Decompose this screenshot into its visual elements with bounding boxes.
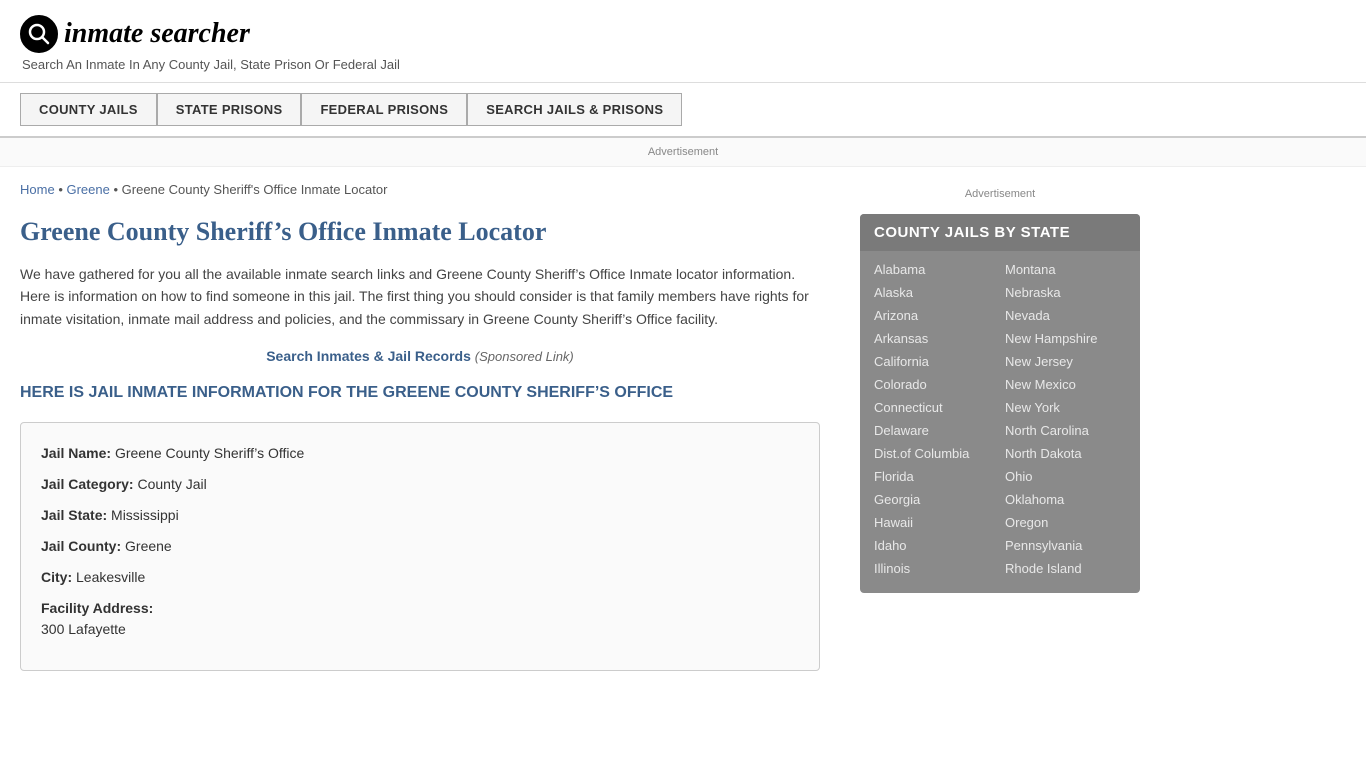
nav-state-prisons[interactable]: STATE PRISONS — [157, 93, 302, 126]
info-jail-state: Jail State: Mississippi — [41, 505, 799, 526]
sidebar-title: COUNTY JAILS BY STATE — [860, 214, 1140, 251]
state-link-connecticut[interactable]: Connecticut — [874, 397, 995, 418]
state-link-montana[interactable]: Montana — [1005, 259, 1126, 280]
logo-text: inmate searcher — [64, 18, 250, 50]
facility-address-value: 300 Lafayette — [41, 621, 126, 637]
state-link-nebraska[interactable]: Nebraska — [1005, 282, 1126, 303]
state-link-new-mexico[interactable]: New Mexico — [1005, 374, 1126, 395]
state-link-new-jersey[interactable]: New Jersey — [1005, 351, 1126, 372]
info-city: City: Leakesville — [41, 567, 799, 588]
sidebar: Advertisement COUNTY JAILS BY STATE Alab… — [840, 167, 1140, 706]
state-link-arkansas[interactable]: Arkansas — [874, 328, 995, 349]
state-link-north-dakota[interactable]: North Dakota — [1005, 443, 1126, 464]
logo-icon — [20, 15, 58, 53]
state-link-colorado[interactable]: Colorado — [874, 374, 995, 395]
state-link-new-york[interactable]: New York — [1005, 397, 1126, 418]
header: inmate searcher Search An Inmate In Any … — [0, 0, 1366, 83]
state-link-distof-columbia[interactable]: Dist.of Columbia — [874, 443, 995, 464]
jail-category-label: Jail Category: — [41, 476, 134, 492]
ad-banner-top: Advertisement — [0, 138, 1366, 167]
state-link-new-hampshire[interactable]: New Hampshire — [1005, 328, 1126, 349]
nav-county-jails[interactable]: COUNTY JAILS — [20, 93, 157, 126]
jail-state-label: Jail State: — [41, 507, 107, 523]
info-jail-category: Jail Category: County Jail — [41, 474, 799, 495]
state-link-hawaii[interactable]: Hawaii — [874, 512, 995, 533]
body-text: We have gathered for you all the availab… — [20, 263, 820, 330]
state-link-georgia[interactable]: Georgia — [874, 489, 995, 510]
nav-federal-prisons[interactable]: FEDERAL PRISONS — [301, 93, 467, 126]
state-link-alaska[interactable]: Alaska — [874, 282, 995, 303]
state-link-alabama[interactable]: Alabama — [874, 259, 995, 280]
city-val: Leakesville — [76, 569, 145, 585]
page-title: Greene County Sheriff’s Office Inmate Lo… — [20, 217, 820, 247]
info-jail-county: Jail County: Greene — [41, 536, 799, 557]
section-heading: HERE IS JAIL INMATE INFORMATION FOR THE … — [20, 384, 820, 402]
states-grid: Alabama Montana Alaska Nebraska Arizona Nevad… — [860, 251, 1140, 593]
jail-name-label: Jail Name: — [41, 445, 111, 461]
city-label: City: — [41, 569, 72, 585]
logo-area: inmate searcher — [20, 15, 1346, 53]
state-link-rhode-island[interactable]: Rhode Island — [1005, 558, 1126, 579]
info-facility-address: Facility Address: 300 Lafayette — [41, 598, 799, 640]
info-jail-name: Jail Name: Greene County Sheriff’s Offic… — [41, 443, 799, 464]
state-link-florida[interactable]: Florida — [874, 466, 995, 487]
nav-search-jails[interactable]: SEARCH JAILS & PRISONS — [467, 93, 682, 126]
breadcrumb-parent[interactable]: Greene — [66, 182, 109, 197]
info-box: Jail Name: Greene County Sheriff’s Offic… — [20, 422, 820, 671]
breadcrumb: Home • Greene • Greene County Sheriff's … — [20, 182, 820, 197]
state-link-oregon[interactable]: Oregon — [1005, 512, 1126, 533]
jail-state-val: Mississippi — [111, 507, 179, 523]
sidebar-ad: Advertisement — [860, 182, 1140, 206]
jail-county-val: Greene — [125, 538, 172, 554]
sponsored-suffix: (Sponsored Link) — [475, 349, 574, 364]
state-link-delaware[interactable]: Delaware — [874, 420, 995, 441]
county-jails-sidebar: COUNTY JAILS BY STATE Alabama Montana Alas… — [860, 214, 1140, 593]
sponsored-link[interactable]: Search Inmates & Jail Records — [266, 348, 471, 364]
state-link-arizona[interactable]: Arizona — [874, 305, 995, 326]
state-link-nevada[interactable]: Nevada — [1005, 305, 1126, 326]
jail-county-label: Jail County: — [41, 538, 121, 554]
facility-address-label: Facility Address: — [41, 600, 153, 616]
nav-bar: COUNTY JAILS STATE PRISONS FEDERAL PRISO… — [0, 83, 1366, 138]
state-link-north-carolina[interactable]: North Carolina — [1005, 420, 1126, 441]
breadcrumb-current: Greene County Sheriff's Office Inmate Lo… — [122, 182, 388, 197]
breadcrumb-home[interactable]: Home — [20, 182, 55, 197]
jail-category-val: County Jail — [137, 476, 206, 492]
state-link-idaho[interactable]: Idaho — [874, 535, 995, 556]
nav-buttons: COUNTY JAILS STATE PRISONS FEDERAL PRISO… — [20, 93, 1346, 126]
sponsored-link-container: Search Inmates & Jail Records (Sponsored… — [20, 348, 820, 364]
content-area: Home • Greene • Greene County Sheriff's … — [20, 167, 840, 706]
state-link-oklahoma[interactable]: Oklahoma — [1005, 489, 1126, 510]
state-link-ohio[interactable]: Ohio — [1005, 466, 1126, 487]
main-layout: Home • Greene • Greene County Sheriff's … — [0, 167, 1200, 706]
tagline: Search An Inmate In Any County Jail, Sta… — [22, 57, 1346, 72]
state-link-illinois[interactable]: Illinois — [874, 558, 995, 579]
state-link-pennsylvania[interactable]: Pennsylvania — [1005, 535, 1126, 556]
state-link-california[interactable]: California — [874, 351, 995, 372]
jail-name-val: Greene County Sheriff’s Office — [115, 445, 304, 461]
breadcrumb-sep2: • — [113, 182, 121, 197]
